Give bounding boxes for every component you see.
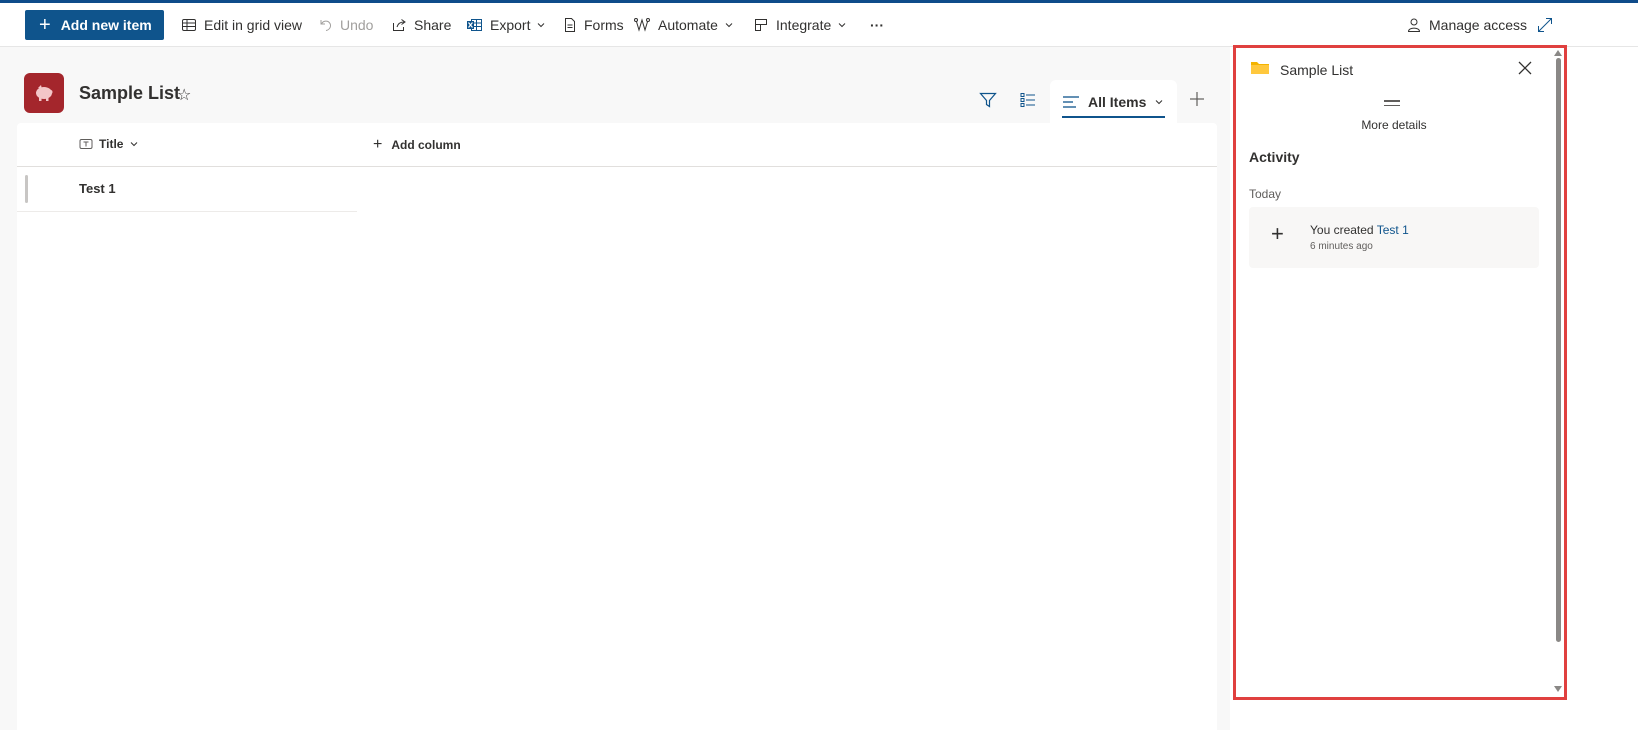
- chevron-down-icon: [725, 23, 733, 28]
- table-row[interactable]: Test 1: [17, 167, 357, 212]
- scroll-up-arrow[interactable]: [1554, 50, 1562, 56]
- more-details-icon[interactable]: [1384, 100, 1400, 109]
- created-plus-icon: +: [1271, 221, 1284, 246]
- view-selector-all-items[interactable]: All Items: [1050, 80, 1177, 124]
- chevron-down-icon: [538, 23, 545, 28]
- add-new-item-button[interactable]: + Add new item: [25, 10, 164, 40]
- share-label: Share: [414, 17, 452, 33]
- integrate-icon: [755, 19, 767, 31]
- folder-icon: [1251, 62, 1269, 74]
- close-icon[interactable]: [1518, 61, 1532, 75]
- share-button[interactable]: Share: [391, 10, 451, 40]
- column-header-title-label: Title: [99, 137, 124, 151]
- more-icon: ···: [870, 17, 884, 33]
- undo-button[interactable]: Undo: [317, 10, 373, 40]
- activity-heading: Activity: [1249, 149, 1300, 165]
- chevron-down-icon: [131, 142, 138, 147]
- automate-button[interactable]: Automate: [634, 10, 740, 40]
- more-details-link[interactable]: More details: [1236, 118, 1552, 132]
- automate-icon: [634, 18, 650, 32]
- add-view-icon: [1190, 92, 1204, 106]
- panel-title: Sample List: [1280, 62, 1354, 78]
- automate-label: Automate: [658, 17, 718, 33]
- integrate-label: Integrate: [776, 17, 832, 33]
- expand-button[interactable]: [1537, 10, 1560, 40]
- share-icon: [393, 19, 406, 31]
- filter-button[interactable]: [979, 91, 997, 114]
- title-field-icon: [79, 139, 93, 149]
- add-view-button[interactable]: [1189, 91, 1205, 112]
- person-icon: [1407, 18, 1421, 32]
- list-app-icon: [24, 73, 64, 113]
- filter-icon: [979, 92, 997, 108]
- activity-group-label: Today: [1249, 187, 1282, 201]
- activity-description: You created Test 1: [1310, 223, 1409, 237]
- forms-button[interactable]: Forms: [563, 10, 624, 40]
- add-column-button[interactable]: + Add column: [373, 137, 461, 153]
- chevron-down-icon: [838, 23, 846, 28]
- favorite-star-icon[interactable]: ☆: [177, 85, 191, 105]
- grid-icon: [182, 19, 196, 31]
- activity-timestamp: 6 minutes ago: [1310, 241, 1373, 252]
- undo-icon: [320, 20, 331, 31]
- manage-access-button[interactable]: Manage access: [1406, 10, 1527, 40]
- edit-grid-label: Edit in grid view: [204, 17, 303, 33]
- list-settings-button[interactable]: [1019, 91, 1037, 114]
- forms-label: Forms: [584, 17, 624, 33]
- list-settings-icon: [1020, 93, 1035, 107]
- integrate-button[interactable]: Integrate: [753, 10, 853, 40]
- row-selection-grip[interactable]: [25, 175, 28, 203]
- page-title: Sample List: [79, 83, 181, 103]
- piggy-bank-icon: [36, 85, 53, 101]
- details-panel: Sample List More details Activity Today …: [1233, 45, 1567, 700]
- view-name: All Items: [1088, 94, 1147, 110]
- column-header-title[interactable]: Title: [79, 137, 144, 151]
- add-icon: +: [39, 14, 51, 36]
- export-label: Export: [490, 17, 531, 33]
- more-button[interactable]: ···: [870, 10, 884, 40]
- view-tab-underline: [1062, 116, 1165, 118]
- undo-label: Undo: [340, 17, 374, 33]
- add-icon: +: [373, 136, 383, 153]
- view-lines-icon: [1063, 96, 1079, 108]
- panel-scrollbar[interactable]: [1556, 58, 1561, 642]
- grid-header: Title + Add column: [17, 123, 1217, 167]
- activity-item: + You created Test 1 6 minutes ago: [1249, 207, 1539, 268]
- excel-icon: [467, 19, 482, 31]
- forms-icon: [565, 18, 575, 32]
- export-button[interactable]: Export: [466, 10, 552, 40]
- chevron-down-icon: [1156, 100, 1163, 105]
- edit-grid-button[interactable]: Edit in grid view: [181, 10, 302, 40]
- row-title-cell[interactable]: Test 1: [79, 181, 116, 196]
- scroll-down-arrow[interactable]: [1554, 686, 1562, 692]
- list-grid: Title + Add column Test 1: [17, 123, 1217, 730]
- manage-access-label: Manage access: [1429, 17, 1528, 33]
- activity-prefix: You created: [1310, 223, 1377, 237]
- add-new-item-label: Add new item: [60, 17, 152, 33]
- expand-icon: [1538, 18, 1552, 32]
- activity-item-link[interactable]: Test 1: [1377, 223, 1409, 237]
- add-column-label: Add column: [391, 138, 461, 152]
- command-bar: + Add new item Edit in grid view Undo Sh…: [0, 3, 1638, 47]
